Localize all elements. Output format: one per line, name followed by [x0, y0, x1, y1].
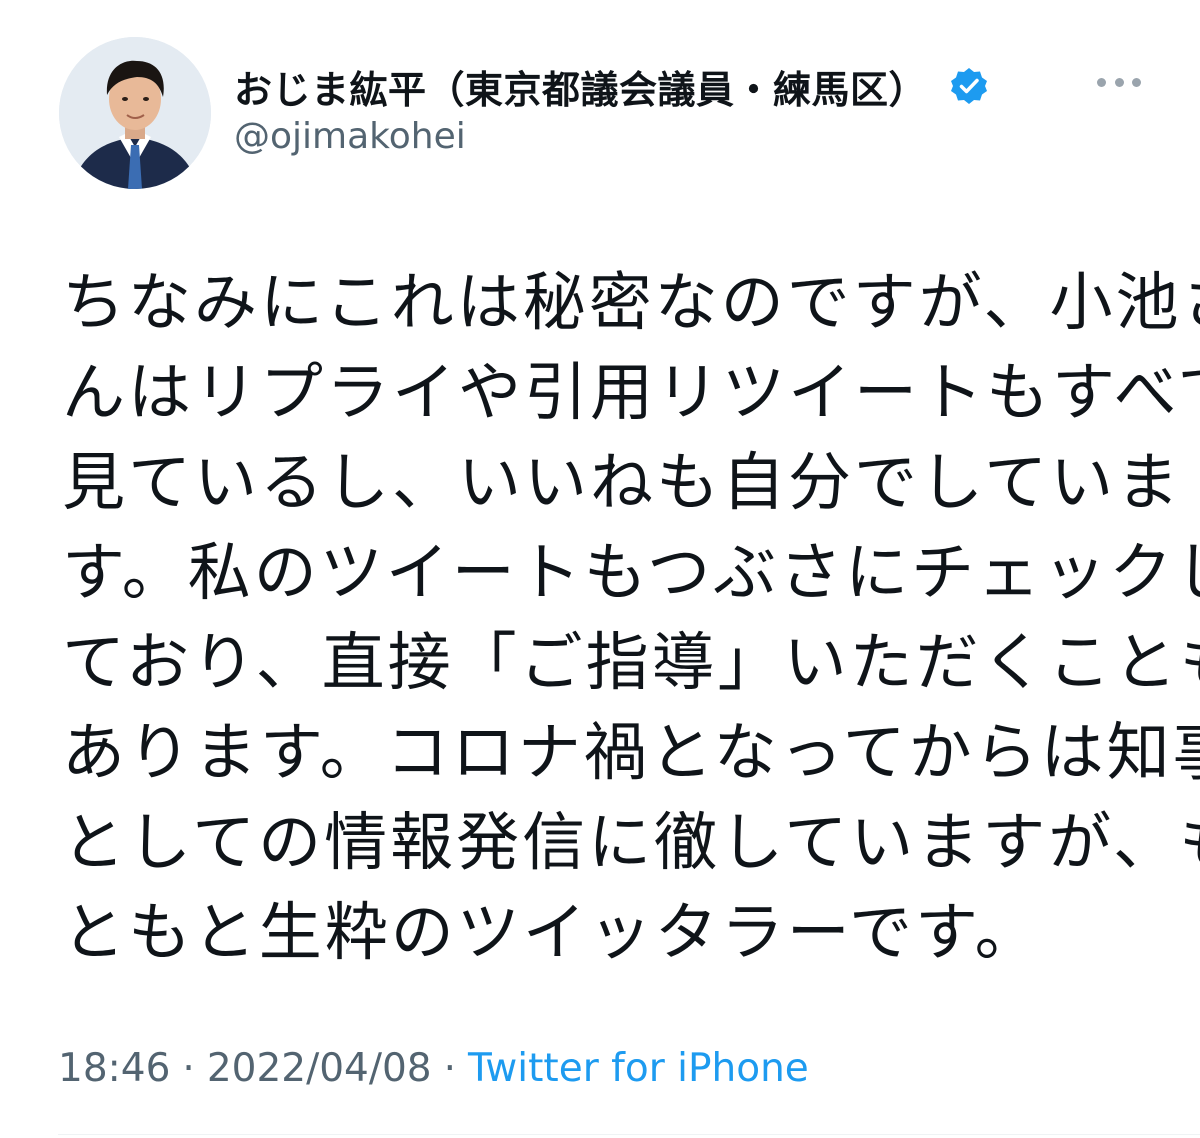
- author-name-row[interactable]: おじま紘平（東京都議会議員・練馬区）: [234, 56, 989, 116]
- tweet-text: ちなみにこれは秘密なのですが、小池さ んはリプライや引用リツイートもすべて 見て…: [62, 258, 1200, 978]
- more-dot: [1132, 77, 1141, 87]
- tweet-text-line: ちなみにこれは秘密なのですが、小池さ: [62, 266, 1200, 339]
- more-dot: [1097, 77, 1106, 87]
- tweet-text-line: ともと生粋のツイッタラーです。: [62, 896, 1041, 969]
- tweet-text-line: あります。コロナ禍となってからは知事: [62, 716, 1200, 789]
- tweet-time[interactable]: 18:46: [58, 1046, 170, 1091]
- author-handle[interactable]: @ojimakohei: [234, 116, 466, 157]
- tweet-source-link[interactable]: Twitter for iPhone: [468, 1046, 809, 1091]
- verified-badge-icon: [949, 66, 989, 106]
- avatar[interactable]: [59, 37, 211, 189]
- profile-photo-avatar: [59, 37, 211, 189]
- tweet-date[interactable]: 2022/04/08: [207, 1046, 432, 1091]
- tweet-text-line: ており、直接「ご指導」いただくことも: [62, 626, 1200, 699]
- author-display-name[interactable]: おじま紘平（東京都議会議員・練馬区）: [234, 59, 927, 114]
- tweet-text-line: としての情報発信に徹していますが、も: [62, 806, 1200, 879]
- tweet-text-line: 見ているし、いいねも自分でしていま: [62, 446, 1183, 519]
- tweet-text-line: んはリプライや引用リツイートもすべて: [62, 356, 1200, 429]
- divider: [58, 1134, 1200, 1135]
- tweet-metadata: 18:46 · 2022/04/08 · Twitter for iPhone: [58, 1046, 809, 1091]
- more-dot: [1114, 77, 1124, 87]
- tweet-text-line: す。私のツイートもつぶさにチェックし: [62, 536, 1200, 609]
- meta-separator: ·: [182, 1046, 195, 1091]
- tweet: おじま紘平（東京都議会議員・練馬区） @ojimakohei ちなみにこれは秘密…: [0, 0, 1200, 1138]
- more-options-icon[interactable]: [1097, 70, 1141, 94]
- meta-separator: ·: [443, 1046, 457, 1091]
